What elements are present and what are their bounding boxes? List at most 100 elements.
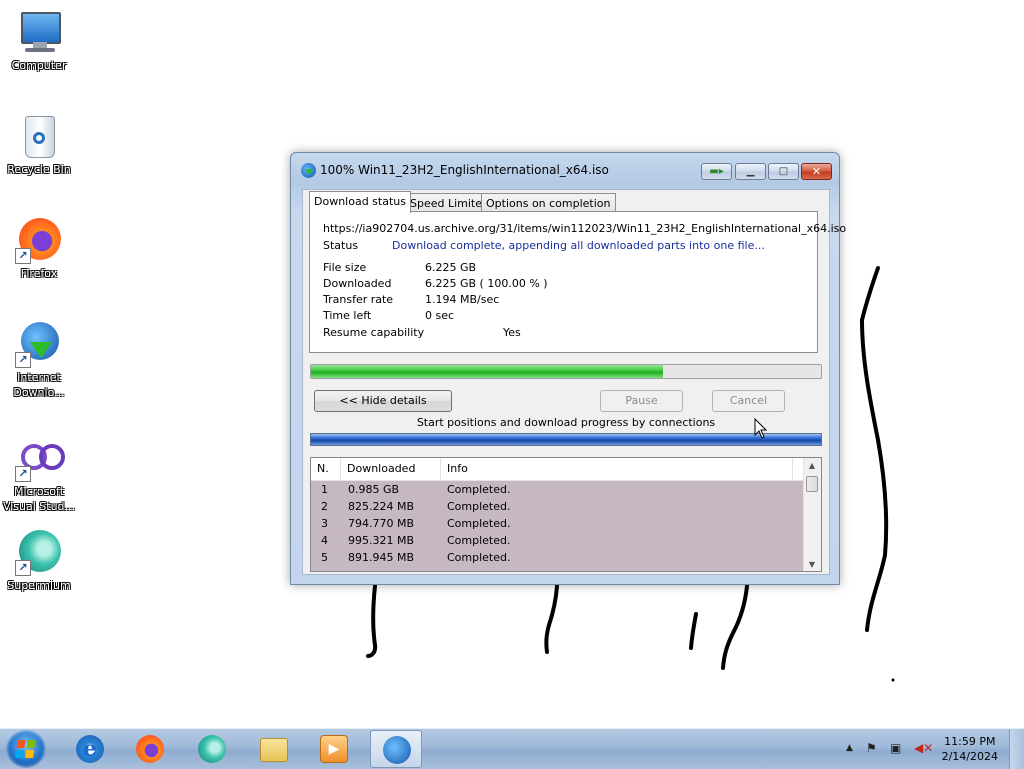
- desktop-icon-supermium[interactable]: ↗ Supermium: [0, 528, 78, 593]
- pause-button[interactable]: Pause: [600, 390, 683, 412]
- row-number: 2: [321, 500, 328, 513]
- clock-date: 2/14/2024: [941, 750, 998, 763]
- shortcut-arrow-icon: ↗: [15, 466, 31, 482]
- vertical-scrollbar[interactable]: ▲ ▼: [803, 458, 821, 571]
- row-info: Completed.: [447, 551, 511, 564]
- row-number: 3: [321, 517, 328, 530]
- minimize-icon: ▁: [746, 166, 755, 177]
- tab-download-status[interactable]: Download status: [309, 191, 411, 213]
- resume-capability-label: Resume capability: [323, 326, 425, 339]
- tab-speed-limiter[interactable]: Speed Limiter: [405, 193, 492, 213]
- transfer-rate-value: 1.194 MB/sec: [425, 293, 500, 306]
- column-header-number[interactable]: N.: [311, 458, 341, 480]
- desktop-icon-firefox[interactable]: ↗ Firefox: [0, 216, 78, 281]
- desktop-icon-internet-download-manager[interactable]: ↗ Internet Downlo...: [0, 320, 78, 400]
- idm-icon: ↗: [15, 320, 63, 368]
- downloaded-label: Downloaded: [323, 277, 392, 290]
- title-bar[interactable]: 100% Win11_23H2_EnglishInternational_x64…: [291, 153, 839, 187]
- row-number: 4: [321, 534, 328, 547]
- desktop-icon-label: Computer: [11, 59, 67, 72]
- close-icon: ✕: [811, 165, 822, 178]
- mouse-cursor-icon: [754, 418, 768, 439]
- desktop-icon-label: Recycle Bin: [7, 163, 71, 176]
- desktop-icon-recycle-bin[interactable]: Recycle Bin: [0, 112, 78, 177]
- clock-time: 11:59 PM: [944, 735, 996, 748]
- maximize-icon: □: [778, 166, 789, 177]
- download-url: https://ia902704.us.archive.org/31/items…: [323, 222, 847, 235]
- list-rows: 1 0.985 GB Completed. 2 825.224 MB Compl…: [311, 481, 804, 571]
- computer-icon: [15, 8, 63, 56]
- arrow-right-icon: ▬▸: [709, 166, 724, 177]
- firefox-icon: ↗: [15, 216, 63, 264]
- maximize-button[interactable]: □: [768, 163, 799, 180]
- desktop-icon-label: Microsoft Visual Stud...: [2, 485, 76, 513]
- visual-studio-icon: ↗: [15, 434, 65, 482]
- volume-muted-icon[interactable]: ◀✕: [914, 741, 933, 755]
- action-center-flag-icon[interactable]: ⚑: [866, 741, 877, 755]
- taskbar-firefox[interactable]: [124, 730, 176, 768]
- status-label: Status: [323, 239, 359, 252]
- column-header-info[interactable]: Info: [441, 458, 793, 480]
- table-row[interactable]: 3 794.770 MB Completed.: [311, 515, 804, 532]
- network-icon[interactable]: ▣: [890, 741, 901, 755]
- row-number: 1: [321, 483, 328, 496]
- file-size-label: File size: [323, 261, 367, 274]
- time-left-label: Time left: [323, 309, 372, 322]
- connections-label: Start positions and download progress by…: [416, 416, 716, 429]
- clock[interactable]: 11:59 PM 2/14/2024: [942, 734, 998, 764]
- shortcut-arrow-icon: ↗: [15, 560, 31, 576]
- taskbar-internet-explorer[interactable]: e: [64, 730, 116, 768]
- internet-explorer-icon: e: [76, 735, 104, 763]
- scroll-up-icon[interactable]: ▲: [804, 461, 820, 470]
- desktop-icon-label: Firefox: [20, 267, 58, 280]
- desktop-icon-visual-studio[interactable]: ↗ Microsoft Visual Stud...: [0, 434, 78, 514]
- download-status-page: https://ia902704.us.archive.org/31/items…: [309, 211, 846, 353]
- shortcut-arrow-icon: ↗: [15, 248, 31, 264]
- row-info: Completed.: [447, 534, 511, 547]
- row-info: Completed.: [447, 517, 511, 530]
- progress-fill: [311, 365, 663, 378]
- connections-list[interactable]: N. Downloaded Info 1 0.985 GB Completed.…: [310, 457, 822, 572]
- table-row[interactable]: 4 995.321 MB Completed.: [311, 532, 804, 549]
- supermium-icon: [198, 735, 226, 763]
- show-desktop-button[interactable]: [1009, 729, 1024, 769]
- firefox-icon: [136, 735, 164, 763]
- hide-details-button[interactable]: << Hide details: [314, 390, 452, 412]
- window-title: 100% Win11_23H2_EnglishInternational_x64…: [320, 163, 609, 177]
- table-row[interactable]: 5 891.945 MB Completed.: [311, 549, 804, 566]
- close-button[interactable]: ✕: [801, 163, 832, 180]
- file-size-value: 6.225 GB: [425, 261, 477, 274]
- taskbar-media-player[interactable]: ▶: [308, 730, 360, 768]
- cancel-button[interactable]: Cancel: [712, 390, 785, 412]
- column-header-downloaded[interactable]: Downloaded: [341, 458, 441, 480]
- dialog-panel: Download status Speed Limiter Options on…: [302, 189, 846, 575]
- row-number: 5: [321, 551, 328, 564]
- table-row[interactable]: 1 0.985 GB Completed.: [311, 481, 804, 498]
- desktop-icon-label: Supermium: [7, 579, 71, 592]
- connections-progress-bar: [310, 433, 822, 446]
- download-progress-window: 100% Win11_23H2_EnglishInternational_x64…: [290, 152, 846, 585]
- downloaded-value: 6.225 GB ( 100.00 % ): [425, 277, 548, 290]
- row-downloaded: 0.985 GB: [348, 483, 400, 496]
- hide-to-tray-button[interactable]: ▬▸: [701, 163, 732, 180]
- desktop-icon-computer[interactable]: Computer: [0, 8, 78, 73]
- supermium-icon: ↗: [15, 528, 63, 576]
- row-downloaded: 995.321 MB: [348, 534, 415, 547]
- minimize-button[interactable]: ▁: [735, 163, 766, 180]
- row-downloaded: 891.945 MB: [348, 551, 415, 564]
- row-info: Completed.: [447, 483, 511, 496]
- tab-options-on-completion[interactable]: Options on completion: [481, 193, 616, 213]
- idm-icon: [383, 736, 411, 764]
- row-downloaded: 825.224 MB: [348, 500, 415, 513]
- show-hidden-icons-icon[interactable]: ▲: [846, 743, 853, 753]
- taskbar-internet-download-manager[interactable]: [370, 730, 422, 768]
- scroll-thumb[interactable]: [806, 476, 818, 492]
- table-row[interactable]: 2 825.224 MB Completed.: [311, 498, 804, 515]
- transfer-rate-label: Transfer rate: [323, 293, 394, 306]
- scroll-down-icon[interactable]: ▼: [804, 560, 820, 569]
- recycle-bin-icon: [15, 112, 63, 160]
- start-button[interactable]: [6, 730, 46, 768]
- taskbar-file-explorer[interactable]: [248, 730, 300, 768]
- taskbar-supermium[interactable]: [186, 730, 238, 768]
- folder-icon: [260, 738, 288, 762]
